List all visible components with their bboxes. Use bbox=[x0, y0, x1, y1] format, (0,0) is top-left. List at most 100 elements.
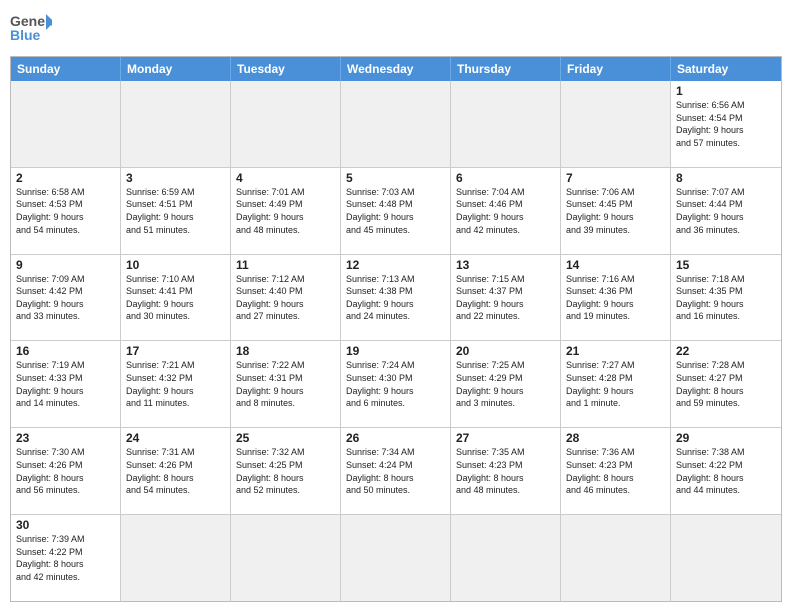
day-number: 4 bbox=[236, 171, 335, 185]
day-number: 5 bbox=[346, 171, 445, 185]
cell-empty-40 bbox=[561, 515, 671, 601]
day-number: 14 bbox=[566, 258, 665, 272]
day-number: 13 bbox=[456, 258, 555, 272]
day-number: 12 bbox=[346, 258, 445, 272]
cell-day-4: 4Sunrise: 7:01 AM Sunset: 4:49 PM Daylig… bbox=[231, 168, 341, 255]
cell-day-26: 26Sunrise: 7:34 AM Sunset: 4:24 PM Dayli… bbox=[341, 428, 451, 515]
day-number: 18 bbox=[236, 344, 335, 358]
svg-text:Blue: Blue bbox=[10, 27, 41, 43]
cell-day-5: 5Sunrise: 7:03 AM Sunset: 4:48 PM Daylig… bbox=[341, 168, 451, 255]
day-number: 2 bbox=[16, 171, 115, 185]
day-info: Sunrise: 7:25 AM Sunset: 4:29 PM Dayligh… bbox=[456, 359, 555, 409]
cell-day-22: 22Sunrise: 7:28 AM Sunset: 4:27 PM Dayli… bbox=[671, 341, 781, 428]
day-number: 25 bbox=[236, 431, 335, 445]
day-number: 17 bbox=[126, 344, 225, 358]
day-info: Sunrise: 6:59 AM Sunset: 4:51 PM Dayligh… bbox=[126, 186, 225, 236]
cell-empty-1 bbox=[121, 81, 231, 168]
day-info: Sunrise: 7:39 AM Sunset: 4:22 PM Dayligh… bbox=[16, 533, 115, 583]
day-number: 1 bbox=[676, 84, 776, 98]
logo-image: General Blue bbox=[10, 10, 52, 48]
calendar-body: 1Sunrise: 6:56 AM Sunset: 4:54 PM Daylig… bbox=[11, 81, 781, 601]
day-number: 29 bbox=[676, 431, 776, 445]
day-number: 23 bbox=[16, 431, 115, 445]
day-info: Sunrise: 7:07 AM Sunset: 4:44 PM Dayligh… bbox=[676, 186, 776, 236]
header-day-thursday: Thursday bbox=[451, 57, 561, 81]
header-day-wednesday: Wednesday bbox=[341, 57, 451, 81]
cell-day-10: 10Sunrise: 7:10 AM Sunset: 4:41 PM Dayli… bbox=[121, 255, 231, 342]
day-info: Sunrise: 7:03 AM Sunset: 4:48 PM Dayligh… bbox=[346, 186, 445, 236]
header-day-saturday: Saturday bbox=[671, 57, 781, 81]
cell-day-7: 7Sunrise: 7:06 AM Sunset: 4:45 PM Daylig… bbox=[561, 168, 671, 255]
header-day-tuesday: Tuesday bbox=[231, 57, 341, 81]
cell-empty-4 bbox=[451, 81, 561, 168]
cell-day-19: 19Sunrise: 7:24 AM Sunset: 4:30 PM Dayli… bbox=[341, 341, 451, 428]
day-info: Sunrise: 7:06 AM Sunset: 4:45 PM Dayligh… bbox=[566, 186, 665, 236]
day-number: 6 bbox=[456, 171, 555, 185]
cell-day-13: 13Sunrise: 7:15 AM Sunset: 4:37 PM Dayli… bbox=[451, 255, 561, 342]
day-number: 15 bbox=[676, 258, 776, 272]
day-number: 16 bbox=[16, 344, 115, 358]
day-info: Sunrise: 7:15 AM Sunset: 4:37 PM Dayligh… bbox=[456, 273, 555, 323]
day-info: Sunrise: 7:16 AM Sunset: 4:36 PM Dayligh… bbox=[566, 273, 665, 323]
cell-day-28: 28Sunrise: 7:36 AM Sunset: 4:23 PM Dayli… bbox=[561, 428, 671, 515]
day-number: 10 bbox=[126, 258, 225, 272]
day-info: Sunrise: 7:36 AM Sunset: 4:23 PM Dayligh… bbox=[566, 446, 665, 496]
page: General Blue SundayMondayTuesdayWednesda… bbox=[0, 0, 792, 612]
day-info: Sunrise: 7:21 AM Sunset: 4:32 PM Dayligh… bbox=[126, 359, 225, 409]
day-info: Sunrise: 7:28 AM Sunset: 4:27 PM Dayligh… bbox=[676, 359, 776, 409]
cell-day-8: 8Sunrise: 7:07 AM Sunset: 4:44 PM Daylig… bbox=[671, 168, 781, 255]
day-number: 20 bbox=[456, 344, 555, 358]
cell-day-1: 1Sunrise: 6:56 AM Sunset: 4:54 PM Daylig… bbox=[671, 81, 781, 168]
day-number: 26 bbox=[346, 431, 445, 445]
cell-day-6: 6Sunrise: 7:04 AM Sunset: 4:46 PM Daylig… bbox=[451, 168, 561, 255]
day-number: 22 bbox=[676, 344, 776, 358]
day-number: 11 bbox=[236, 258, 335, 272]
day-info: Sunrise: 7:31 AM Sunset: 4:26 PM Dayligh… bbox=[126, 446, 225, 496]
logo-svg: General Blue bbox=[10, 10, 52, 48]
cell-day-2: 2Sunrise: 6:58 AM Sunset: 4:53 PM Daylig… bbox=[11, 168, 121, 255]
calendar: SundayMondayTuesdayWednesdayThursdayFrid… bbox=[10, 56, 782, 602]
day-info: Sunrise: 7:22 AM Sunset: 4:31 PM Dayligh… bbox=[236, 359, 335, 409]
cell-day-3: 3Sunrise: 6:59 AM Sunset: 4:51 PM Daylig… bbox=[121, 168, 231, 255]
header: General Blue bbox=[10, 10, 782, 48]
cell-day-17: 17Sunrise: 7:21 AM Sunset: 4:32 PM Dayli… bbox=[121, 341, 231, 428]
cell-empty-39 bbox=[451, 515, 561, 601]
day-info: Sunrise: 7:01 AM Sunset: 4:49 PM Dayligh… bbox=[236, 186, 335, 236]
cell-day-11: 11Sunrise: 7:12 AM Sunset: 4:40 PM Dayli… bbox=[231, 255, 341, 342]
cell-day-20: 20Sunrise: 7:25 AM Sunset: 4:29 PM Dayli… bbox=[451, 341, 561, 428]
calendar-header: SundayMondayTuesdayWednesdayThursdayFrid… bbox=[11, 57, 781, 81]
cell-day-18: 18Sunrise: 7:22 AM Sunset: 4:31 PM Dayli… bbox=[231, 341, 341, 428]
cell-day-29: 29Sunrise: 7:38 AM Sunset: 4:22 PM Dayli… bbox=[671, 428, 781, 515]
cell-day-27: 27Sunrise: 7:35 AM Sunset: 4:23 PM Dayli… bbox=[451, 428, 561, 515]
cell-day-25: 25Sunrise: 7:32 AM Sunset: 4:25 PM Dayli… bbox=[231, 428, 341, 515]
day-number: 19 bbox=[346, 344, 445, 358]
day-number: 21 bbox=[566, 344, 665, 358]
day-info: Sunrise: 7:13 AM Sunset: 4:38 PM Dayligh… bbox=[346, 273, 445, 323]
day-number: 30 bbox=[16, 518, 115, 532]
day-info: Sunrise: 7:04 AM Sunset: 4:46 PM Dayligh… bbox=[456, 186, 555, 236]
header-day-friday: Friday bbox=[561, 57, 671, 81]
day-number: 24 bbox=[126, 431, 225, 445]
day-info: Sunrise: 7:09 AM Sunset: 4:42 PM Dayligh… bbox=[16, 273, 115, 323]
day-number: 3 bbox=[126, 171, 225, 185]
cell-day-14: 14Sunrise: 7:16 AM Sunset: 4:36 PM Dayli… bbox=[561, 255, 671, 342]
cell-day-21: 21Sunrise: 7:27 AM Sunset: 4:28 PM Dayli… bbox=[561, 341, 671, 428]
cell-day-16: 16Sunrise: 7:19 AM Sunset: 4:33 PM Dayli… bbox=[11, 341, 121, 428]
day-info: Sunrise: 7:12 AM Sunset: 4:40 PM Dayligh… bbox=[236, 273, 335, 323]
day-number: 9 bbox=[16, 258, 115, 272]
day-number: 28 bbox=[566, 431, 665, 445]
header-day-monday: Monday bbox=[121, 57, 231, 81]
cell-day-12: 12Sunrise: 7:13 AM Sunset: 4:38 PM Dayli… bbox=[341, 255, 451, 342]
day-info: Sunrise: 7:35 AM Sunset: 4:23 PM Dayligh… bbox=[456, 446, 555, 496]
day-info: Sunrise: 6:56 AM Sunset: 4:54 PM Dayligh… bbox=[676, 99, 776, 149]
cell-empty-2 bbox=[231, 81, 341, 168]
cell-day-30: 30Sunrise: 7:39 AM Sunset: 4:22 PM Dayli… bbox=[11, 515, 121, 601]
cell-day-15: 15Sunrise: 7:18 AM Sunset: 4:35 PM Dayli… bbox=[671, 255, 781, 342]
day-number: 27 bbox=[456, 431, 555, 445]
header-day-sunday: Sunday bbox=[11, 57, 121, 81]
cell-day-24: 24Sunrise: 7:31 AM Sunset: 4:26 PM Dayli… bbox=[121, 428, 231, 515]
cell-day-23: 23Sunrise: 7:30 AM Sunset: 4:26 PM Dayli… bbox=[11, 428, 121, 515]
cell-empty-0 bbox=[11, 81, 121, 168]
cell-empty-3 bbox=[341, 81, 451, 168]
day-info: Sunrise: 7:27 AM Sunset: 4:28 PM Dayligh… bbox=[566, 359, 665, 409]
